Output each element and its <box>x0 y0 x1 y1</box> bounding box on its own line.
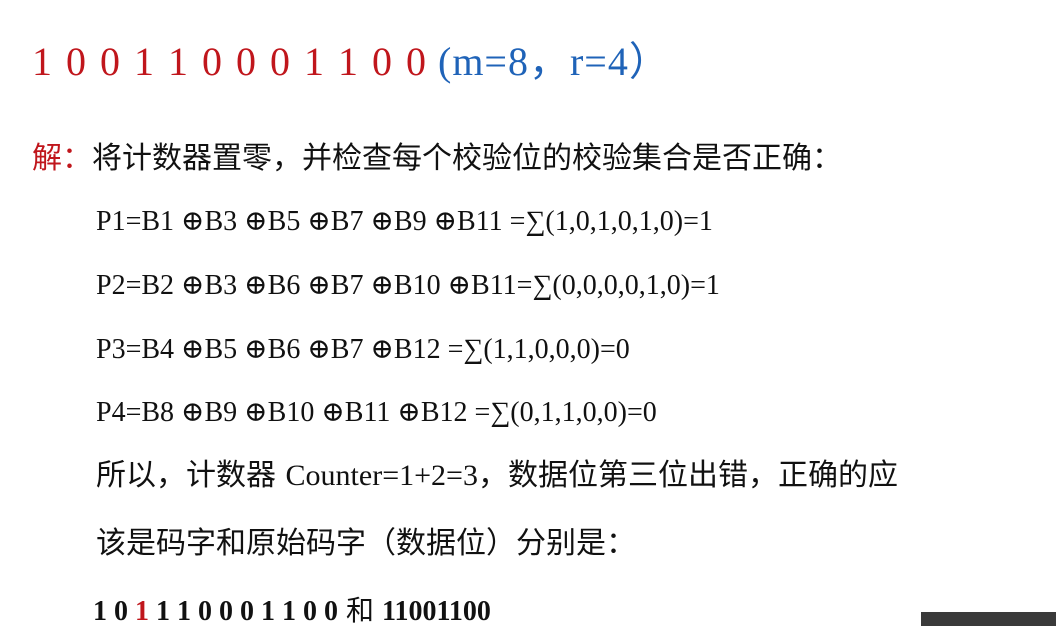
codeword-part-1: 1 0 <box>93 596 135 627</box>
corner-block <box>921 612 1056 626</box>
solution-text: 将计数器置零，并检查每个校验位的校验集合是否正确： <box>92 141 842 176</box>
solution-intro: 解：将计数器置零，并检查每个校验位的校验集合是否正确： <box>32 139 842 179</box>
conclusion-prefix: 所以，计数器 <box>96 458 286 493</box>
corrected-answer: 1 0 1 1 1 0 0 0 1 1 0 0 和 11001100 <box>93 594 491 629</box>
original-data-bits: 11001100 <box>382 596 491 627</box>
solution-label: 解： <box>32 141 92 176</box>
conclusion-line-2: 该是码字和原始码字（数据位）分别是： <box>96 526 636 561</box>
conclusion-line-1: 所以，计数器 Counter=1+2=3，数据位第三位出错，正确的应 <box>96 456 898 496</box>
parity-equation-p1: P1=B1 ⊕B3 ⊕B5 ⊕B7 ⊕B9 ⊕B11 =∑(1,0,1,0,1,… <box>96 206 713 237</box>
problem-title: 1 0 0 1 1 0 0 0 1 1 0 0 (m=8，r=4） <box>32 38 670 86</box>
parity-equation-p2: P2=B2 ⊕B3 ⊕B6 ⊕B7 ⊕B10 ⊕B11=∑(0,0,0,0,1,… <box>96 270 720 301</box>
parity-equation-p3: P3=B4 ⊕B5 ⊕B6 ⊕B7 ⊕B12 =∑(1,1,0,0,0)=0 <box>96 334 630 365</box>
codeword-part-2: 1 1 0 0 0 1 1 0 0 <box>149 596 338 627</box>
code-parameters: (m=8，r=4） <box>438 39 670 84</box>
parity-equation-p4: P4=B8 ⊕B9 ⊕B10 ⊕B11 ⊕B12 =∑(0,1,1,0,0)=0 <box>96 397 657 428</box>
conclusion-suffix: ，数据位第三位出错，正确的应 <box>477 458 898 493</box>
counter-value: Counter=1+2=3 <box>285 459 478 492</box>
corrected-bit: 1 <box>135 596 149 627</box>
received-codeword: 1 0 0 1 1 0 0 0 1 1 0 0 <box>32 39 427 84</box>
conjunction: 和 <box>346 594 375 627</box>
